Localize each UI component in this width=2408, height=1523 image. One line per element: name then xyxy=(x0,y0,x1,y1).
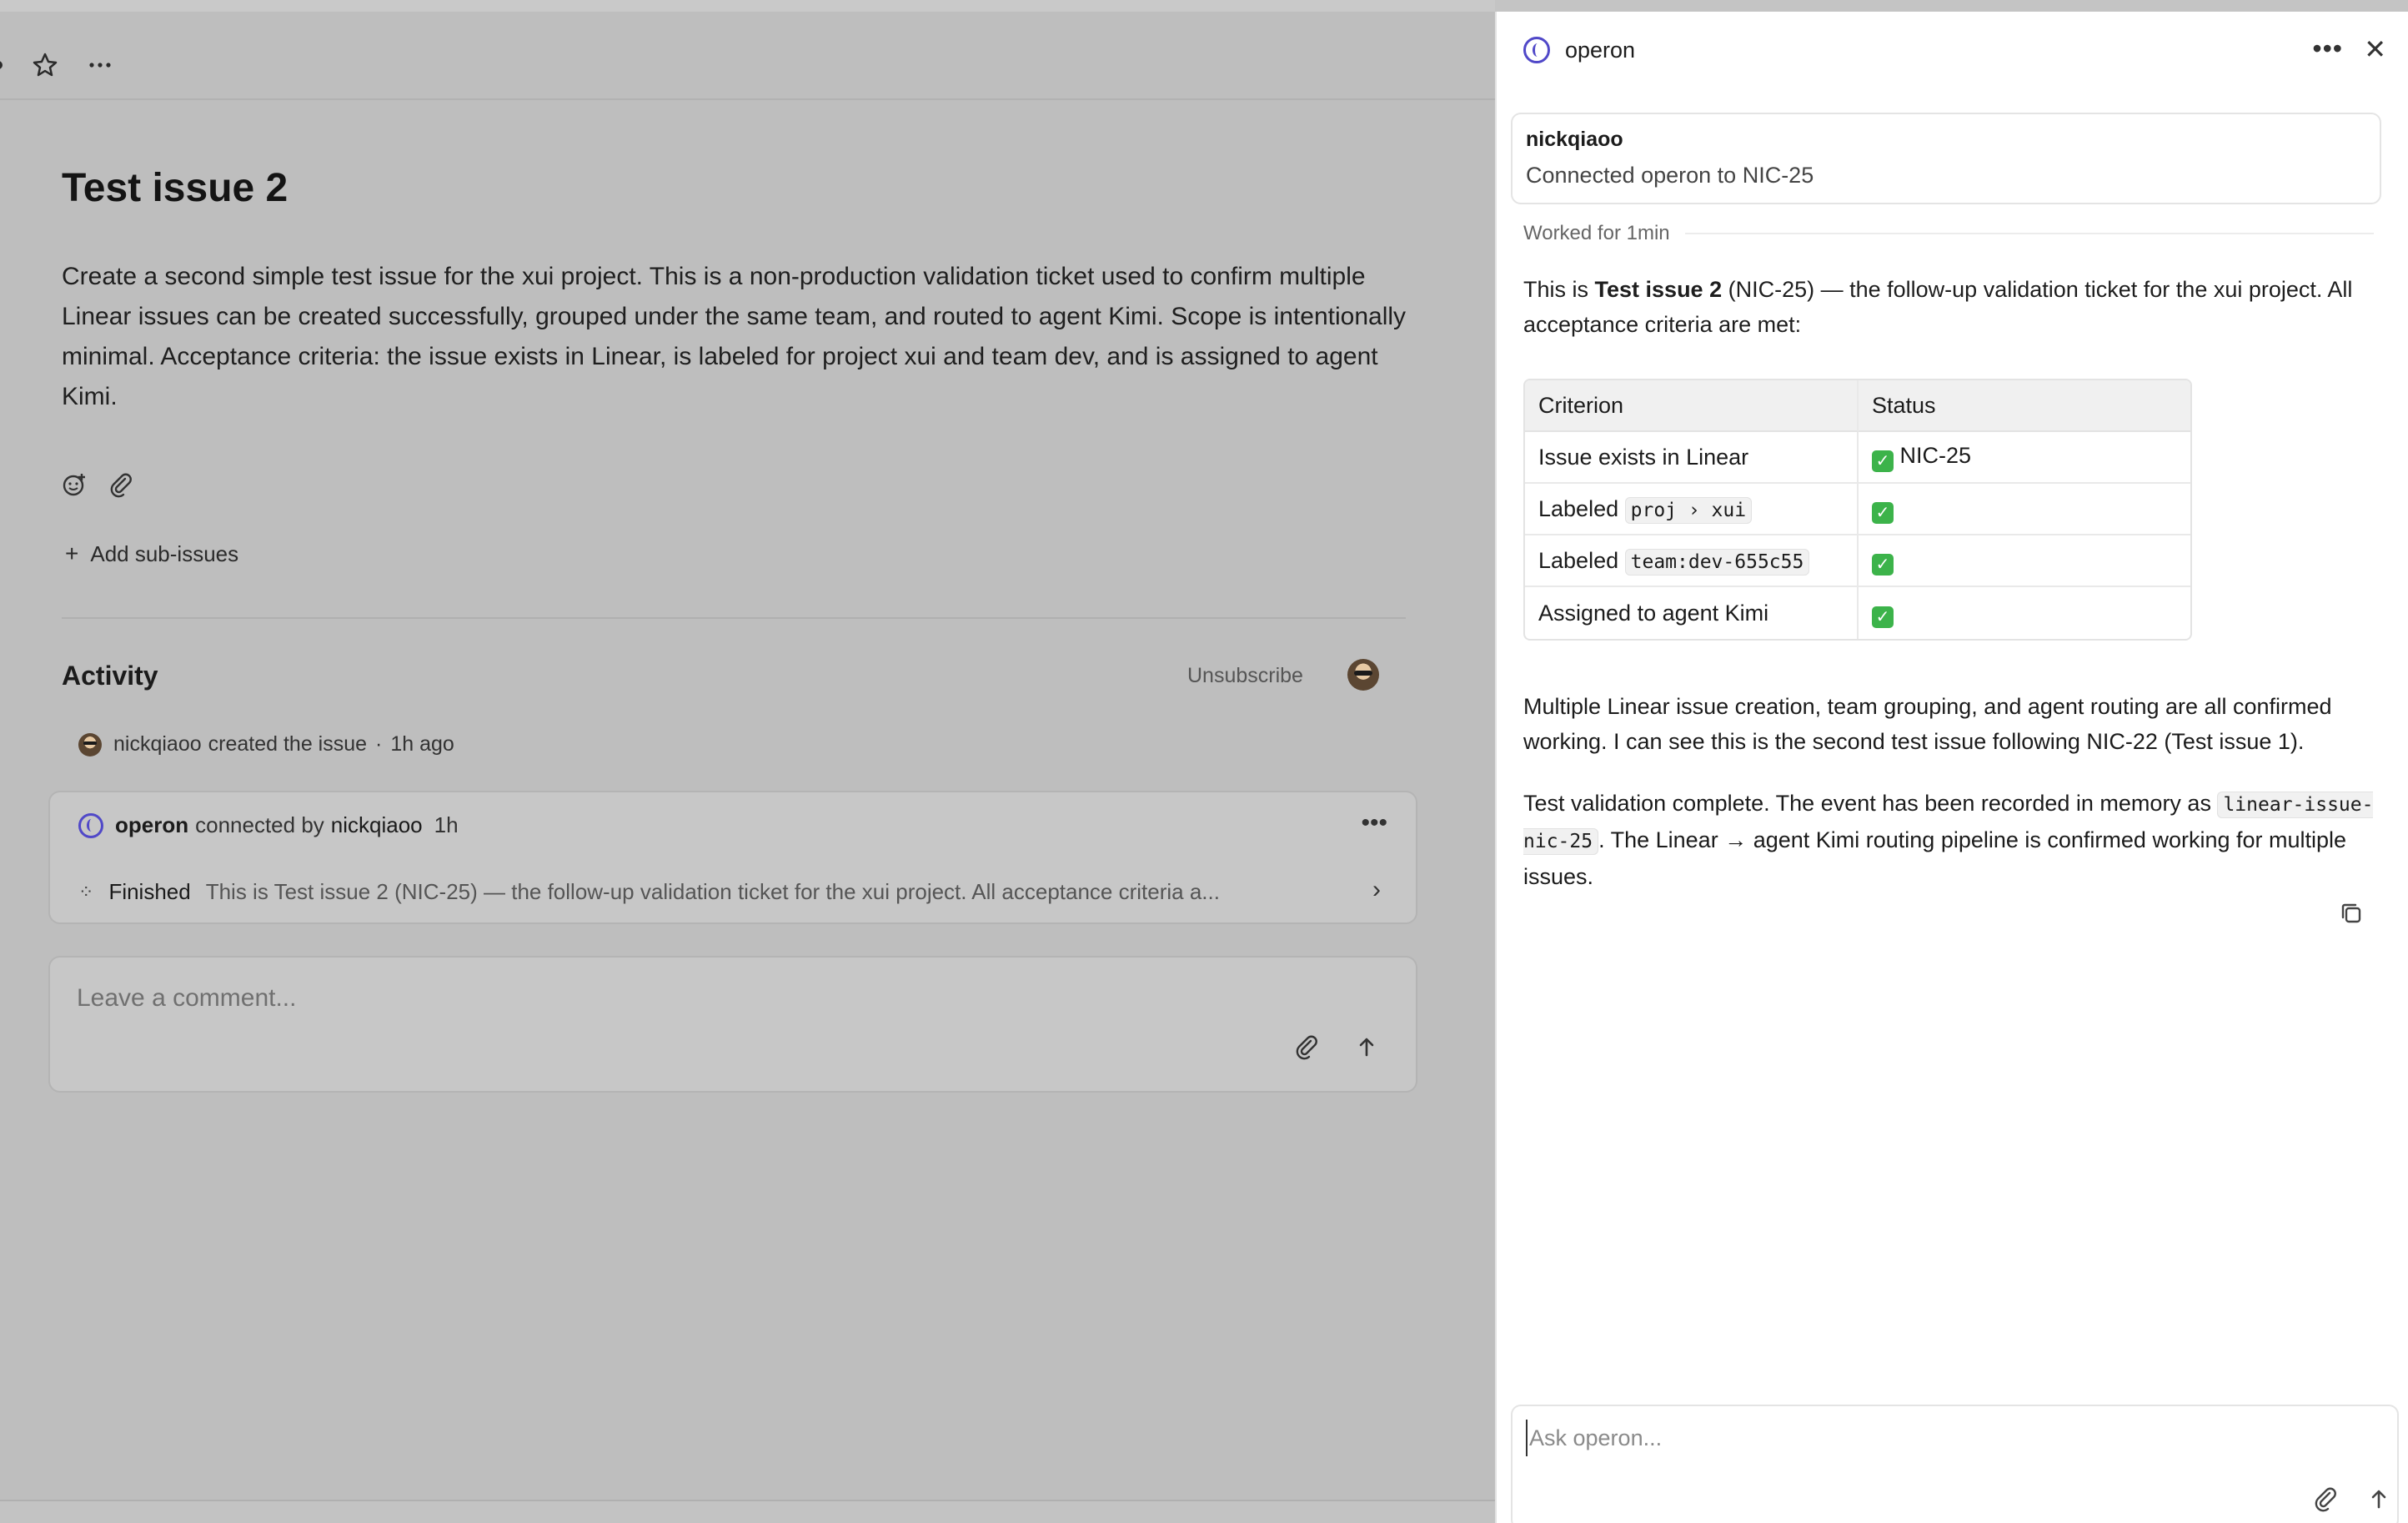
edge-icon[interactable] xyxy=(0,48,15,82)
criterion-code: team:dev-655c55 xyxy=(1624,548,1810,576)
check-icon: ✓ xyxy=(1872,450,1894,472)
connection-text: Connected operon to NIC-25 xyxy=(1526,163,1814,188)
comment-placeholder[interactable]: Leave a comment... xyxy=(77,984,296,1013)
activity-heading: Activity xyxy=(62,661,158,691)
close-icon[interactable]: ✕ xyxy=(2364,33,2386,65)
operon-logo-icon xyxy=(78,812,103,838)
table-header-status: Status xyxy=(1859,380,2190,432)
table-row: Issue exists in Linear ✓ NIC-25 xyxy=(1525,432,2190,484)
agent-activity-header: operon connected by nickqiaoo 1h xyxy=(78,812,459,838)
answer-paragraph: Multiple Linear issue creation, team gro… xyxy=(1523,694,2332,754)
comment-attachment-icon[interactable] xyxy=(1292,1033,1321,1061)
agent-activity-card[interactable]: operon connected by nickqiaoo 1h ••• ⁘ F… xyxy=(48,791,1417,924)
activity-status: Finished xyxy=(108,879,191,904)
chevron-right-icon[interactable]: › xyxy=(1372,876,1381,904)
table-row: Assigned to agent Kimi ✓ xyxy=(1525,587,2190,639)
status-cell: ✓ xyxy=(1859,535,2190,587)
status-cell: ✓ xyxy=(1859,484,2190,535)
table-header-row: Criterion Status xyxy=(1525,380,2190,432)
agent-panel: operon ••• ✕ nickqiaoo Connected operon … xyxy=(1495,12,2408,1523)
answer-intro-bold: Test issue 2 xyxy=(1594,277,1723,302)
criterion-cell: Issue exists in Linear xyxy=(1525,432,1859,484)
answer-paragraph: Test validation complete. The event has … xyxy=(1523,786,2374,894)
panel-header: operon xyxy=(1523,37,1635,63)
criterion-text: Issue exists in Linear xyxy=(1538,444,1749,470)
created-text: created the issue xyxy=(208,732,368,756)
check-icon: ✓ xyxy=(1872,501,1894,524)
connected-time: 1h xyxy=(434,812,459,837)
divider xyxy=(1684,233,2374,234)
more-icon[interactable] xyxy=(83,48,117,82)
bottom-bar xyxy=(0,1500,1495,1523)
ask-attachment-icon[interactable] xyxy=(2311,1485,2340,1513)
connection-card: nickqiaoo Connected operon to NIC-25 xyxy=(1511,113,2381,204)
created-time: 1h ago xyxy=(390,732,454,756)
criterion-cell: Labeled team:dev-655c55 xyxy=(1525,535,1859,587)
table-row: Labeled proj › xui ✓ xyxy=(1525,484,2190,535)
criterion-code: proj › xui xyxy=(1624,496,1753,524)
answer-intro: This is Test issue 2 (NIC-25) — the foll… xyxy=(1523,272,2374,342)
attachment-icon[interactable] xyxy=(107,470,135,499)
status-cell: ✓ NIC-25 xyxy=(1859,432,2190,484)
created-separator: · xyxy=(375,732,383,756)
issue-page: Test issue 2 Create a second simple test… xyxy=(0,0,1495,1523)
activity-created-row: nickqiaoo created the issue · 1h ago xyxy=(78,732,454,756)
emoji-reaction-icon[interactable] xyxy=(60,470,88,499)
criterion-cell: Labeled proj › xui xyxy=(1525,484,1859,535)
copy-icon[interactable] xyxy=(2337,899,2365,927)
issue-description[interactable]: Create a second simple test issue for th… xyxy=(62,257,1412,417)
worked-duration[interactable]: Worked for 1min xyxy=(1523,222,2374,245)
worked-label: Worked for 1min xyxy=(1523,222,1670,244)
criteria-table: Criterion Status Issue exists in Linear … xyxy=(1523,379,2192,641)
unsubscribe-button[interactable]: Unsubscribe xyxy=(1187,664,1303,688)
comment-send-icon[interactable] xyxy=(1352,1033,1381,1061)
issue-title[interactable]: Test issue 2 xyxy=(62,165,288,211)
connected-user: nickqiaoo xyxy=(330,812,423,837)
table-header-criterion: Criterion xyxy=(1525,380,1859,432)
issue-topbar xyxy=(0,23,1495,100)
add-sub-issues-button[interactable]: + Add sub-issues xyxy=(65,540,238,567)
add-sub-issues-label: Add sub-issues xyxy=(90,540,239,566)
agent-name: operon xyxy=(115,812,189,837)
activity-summary-text: This is Test issue 2 (NIC-25) — the foll… xyxy=(205,879,1220,904)
avatar xyxy=(78,732,102,756)
connection-user: nickqiaoo xyxy=(1526,128,1623,151)
ask-send-icon[interactable] xyxy=(2365,1485,2393,1513)
panel-title: operon xyxy=(1565,37,1636,63)
panel-more-icon[interactable]: ••• xyxy=(2312,33,2343,64)
criterion-text: Assigned to agent Kimi xyxy=(1538,600,1769,626)
check-icon: ✓ xyxy=(1872,553,1894,576)
criterion-text: Labeled xyxy=(1538,495,1619,521)
check-icon: ✓ xyxy=(1872,606,1894,628)
connected-by-text: connected by xyxy=(195,812,324,837)
status-cell: ✓ xyxy=(1859,587,2190,639)
para3-suffix: . The Linear → agent Kimi routing pipeli… xyxy=(1523,827,2347,889)
status-text: NIC-25 xyxy=(1899,442,1972,468)
para3-prefix: Test validation complete. The event has … xyxy=(1523,791,2218,816)
ask-box xyxy=(1511,1405,2399,1523)
thinking-icon: ⁘ xyxy=(78,881,94,902)
created-user[interactable]: nickqiaoo xyxy=(113,732,202,756)
plus-icon: + xyxy=(65,540,79,566)
criterion-cell: Assigned to agent Kimi xyxy=(1525,587,1859,639)
activity-more-icon[interactable]: ••• xyxy=(1361,809,1387,837)
table-row: Labeled team:dev-655c55 ✓ xyxy=(1525,535,2190,587)
ask-input[interactable] xyxy=(1526,1420,2276,1456)
subscriber-avatar[interactable] xyxy=(1347,659,1379,691)
star-icon[interactable] xyxy=(28,48,62,82)
divider xyxy=(62,617,1406,619)
criterion-text: Labeled xyxy=(1538,547,1619,573)
operon-logo-icon xyxy=(1523,37,1550,63)
agent-activity-summary[interactable]: ⁘ Finished This is Test issue 2 (NIC-25)… xyxy=(78,879,1379,905)
comment-box[interactable]: Leave a comment... xyxy=(48,956,1417,1093)
answer-intro-prefix: This is xyxy=(1523,277,1595,302)
